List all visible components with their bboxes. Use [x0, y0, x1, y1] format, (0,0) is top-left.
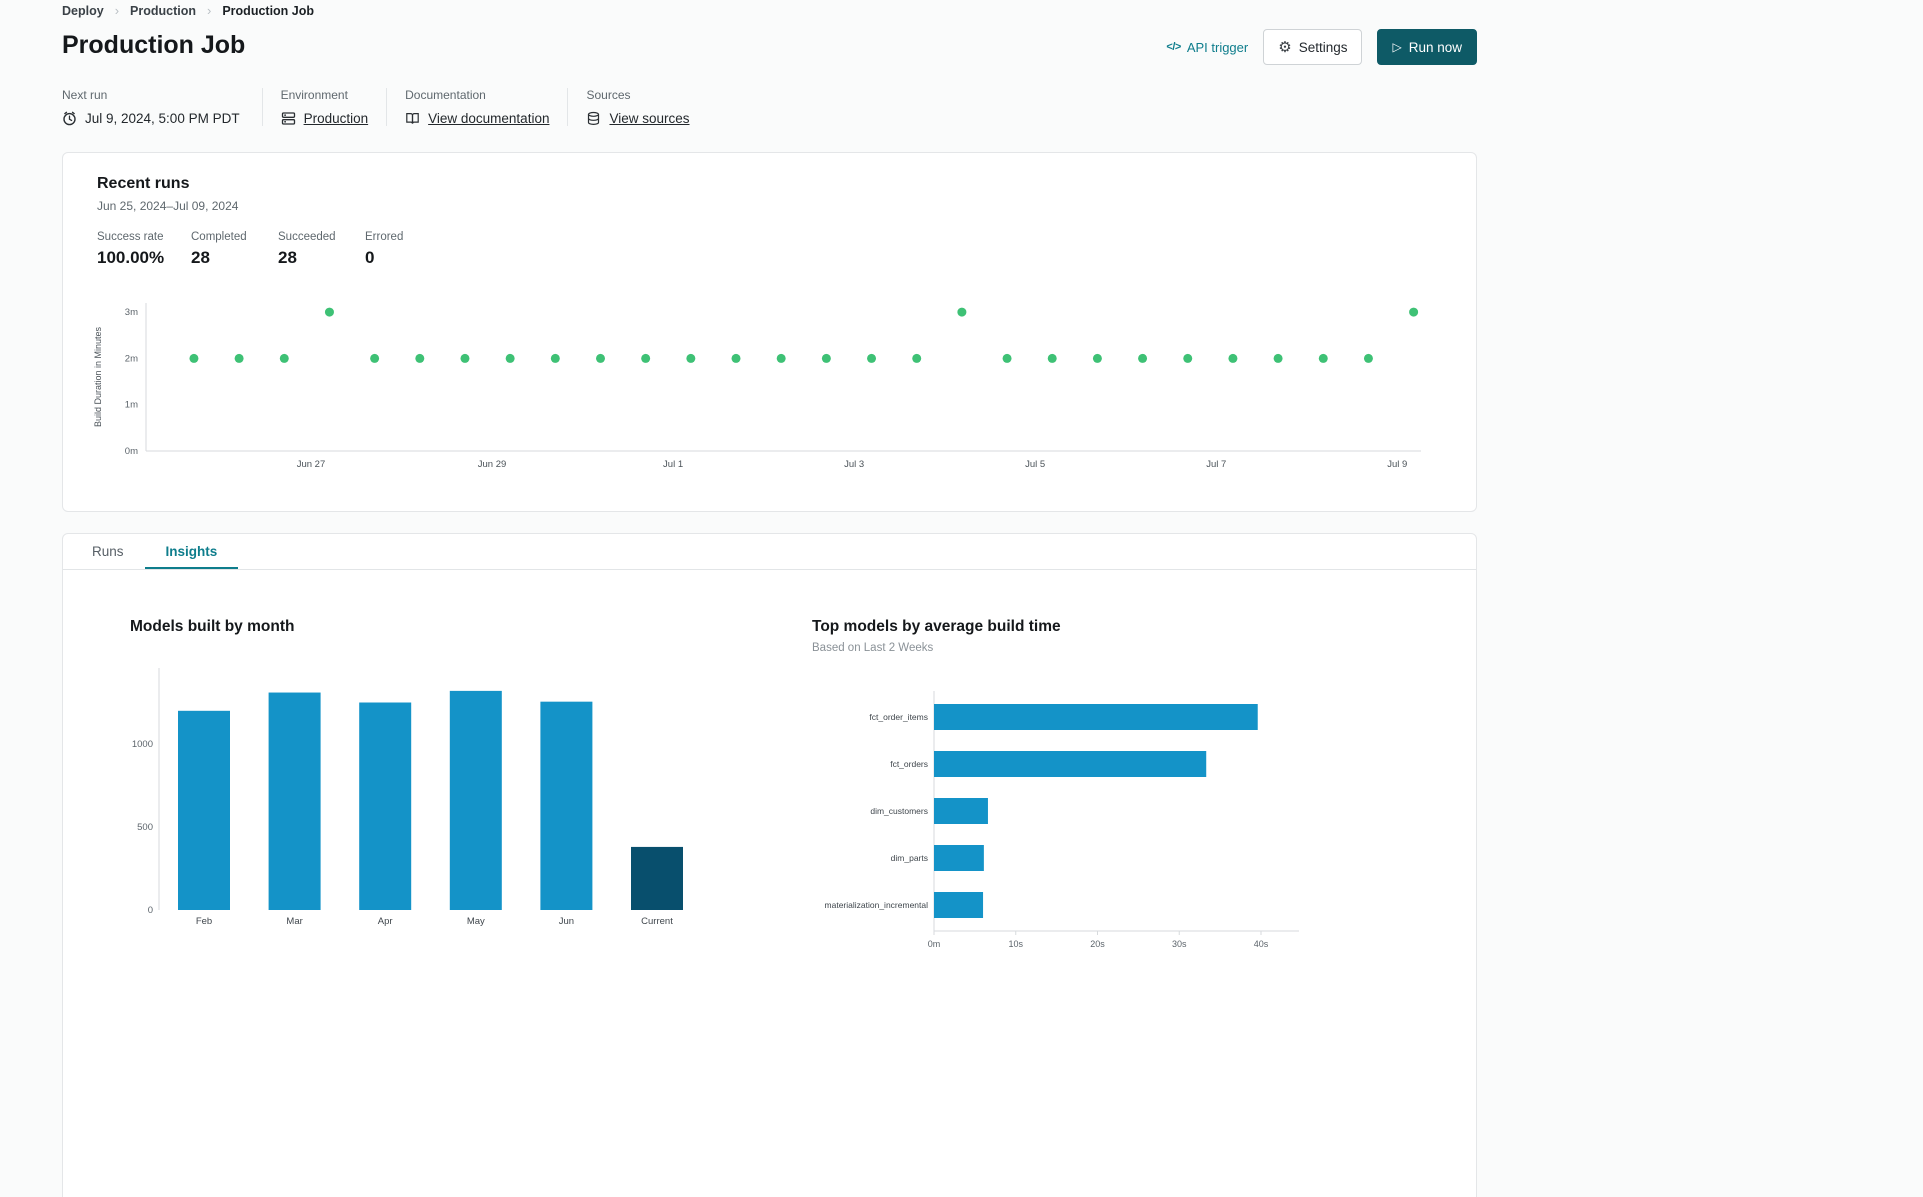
stat-value: 28	[278, 248, 297, 267]
models-built-title: Models built by month	[130, 618, 295, 635]
svg-text:40s: 40s	[1254, 939, 1269, 949]
svg-text:dim_parts: dim_parts	[891, 853, 928, 863]
svg-text:Mar: Mar	[286, 916, 302, 927]
stat-value: 0	[365, 248, 375, 267]
environment-link[interactable]: Production	[304, 111, 369, 126]
svg-text:Jul 3: Jul 3	[844, 459, 864, 470]
svg-text:2m: 2m	[125, 353, 138, 364]
svg-text:Jul 1: Jul 1	[663, 459, 683, 470]
sources-value-row: View sources	[586, 111, 690, 126]
svg-text:Jun 29: Jun 29	[478, 459, 507, 470]
svg-text:0m: 0m	[928, 939, 941, 949]
job-detail-card: Runs Insights Models built by month 0 500…	[62, 533, 1477, 1197]
run-now-button[interactable]: ▷ Run now	[1377, 29, 1477, 65]
svg-text:Jun 27: Jun 27	[297, 459, 326, 470]
documentation-group: Documentation View documentation	[386, 88, 567, 126]
top-models-title: Top models by average build time	[812, 618, 1061, 635]
sources-group: Sources View sources	[567, 88, 707, 126]
recent-runs-stats: Success rate 100.00% Completed 28 Succee…	[97, 231, 452, 268]
documentation-icon	[406, 113, 419, 124]
svg-text:3m: 3m	[125, 307, 138, 318]
page-title: Production Job	[62, 31, 246, 59]
view-documentation-link[interactable]: View documentation	[428, 111, 549, 126]
svg-text:fct_order_items: fct_order_items	[869, 712, 928, 722]
job-meta-row: Next run Jul 9, 2024, 5:00 PM PDT Enviro…	[62, 88, 708, 126]
svg-text:Current: Current	[641, 916, 673, 927]
header-actions: </> API trigger ⚙ Settings ▷ Run now	[1166, 29, 1477, 65]
svg-text:500: 500	[137, 822, 153, 833]
tabs: Runs Insights	[63, 534, 1476, 570]
build-duration-scatter-chart: 0m 1m 2m 3m Jun 27 Jun 29 Jul 1 Jul 3 Jul 5 Jul 7…	[93, 303, 1421, 470]
documentation-value-row: View documentation	[405, 111, 549, 126]
stat-value: 28	[191, 248, 210, 267]
tab-insights[interactable]: Insights	[144, 534, 239, 569]
top-models-chart-block: Top models by average build time Based o…	[812, 618, 1372, 958]
svg-text:20s: 20s	[1090, 939, 1105, 949]
api-trigger-label: API trigger	[1186, 39, 1249, 55]
code-icon: </>	[1166, 41, 1181, 53]
stat-success-rate: Success rate 100.00%	[97, 231, 191, 268]
svg-text:Apr: Apr	[378, 916, 393, 927]
environment-group: Environment Production	[261, 88, 387, 126]
next-run-label: Next run	[62, 88, 108, 102]
chevron-right-icon: ›	[207, 3, 212, 18]
view-sources-link[interactable]: View sources	[609, 111, 689, 126]
stat-label: Succeeded	[278, 231, 336, 243]
stat-label: Completed	[191, 231, 247, 243]
environment-value-row: Production	[281, 111, 369, 126]
svg-text:fct_orders: fct_orders	[890, 759, 928, 769]
documentation-label: Documentation	[405, 88, 486, 102]
svg-text:Jul 7: Jul 7	[1206, 459, 1226, 470]
next-run-value-row: Jul 9, 2024, 5:00 PM PDT	[62, 111, 240, 126]
stat-value: 100.00%	[97, 248, 165, 267]
recent-runs-title: Recent runs	[97, 175, 190, 192]
next-run-value: Jul 9, 2024, 5:00 PM PDT	[85, 111, 240, 126]
svg-text:May: May	[467, 916, 485, 927]
settings-button-label: Settings	[1298, 39, 1348, 55]
stat-completed: Completed 28	[191, 231, 278, 268]
database-icon	[588, 111, 600, 126]
svg-text:1m: 1m	[125, 400, 138, 411]
svg-text:dim_customers: dim_customers	[870, 806, 928, 816]
svg-text:1000: 1000	[132, 739, 153, 750]
svg-text:10s: 10s	[1008, 939, 1023, 949]
svg-text:materialization_incremental: materialization_incremental	[825, 900, 929, 910]
svg-text:Feb: Feb	[196, 916, 212, 927]
models-built-bar-chart: 0 500 1000 Feb Mar Apr May Jun Current	[132, 668, 683, 927]
environment-label: Environment	[280, 88, 348, 102]
stat-label: Errored	[365, 231, 404, 243]
settings-button[interactable]: ⚙ Settings	[1263, 29, 1363, 65]
svg-text:0m: 0m	[125, 446, 138, 457]
play-icon: ▷	[1392, 40, 1402, 54]
environment-icon	[281, 112, 295, 125]
breadcrumb-production[interactable]: Production	[130, 4, 196, 18]
sources-label: Sources	[586, 88, 631, 102]
svg-text:Jun: Jun	[559, 916, 574, 927]
run-now-button-label: Run now	[1408, 39, 1462, 55]
stat-label: Success rate	[97, 231, 164, 243]
svg-text:0: 0	[148, 905, 153, 916]
svg-text:Build Duration in Minutes: Build Duration in Minutes	[93, 326, 103, 427]
tab-runs[interactable]: Runs	[71, 534, 145, 569]
api-trigger-link[interactable]: </> API trigger	[1166, 40, 1248, 55]
stat-errored: Errored 0	[365, 231, 452, 268]
breadcrumb-current-page: Production Job	[222, 3, 315, 18]
stat-succeeded: Succeeded 28	[278, 231, 365, 268]
svg-text:Jul 5: Jul 5	[1025, 459, 1045, 470]
breadcrumb: Deploy › Production › Production Job	[62, 3, 314, 18]
svg-text:30s: 30s	[1172, 939, 1187, 949]
breadcrumb-deploy[interactable]: Deploy	[62, 4, 104, 18]
clock-icon	[63, 111, 76, 126]
gear-icon: ⚙	[1278, 38, 1292, 56]
production-job-page: Deploy › Production › Production Job Pro…	[0, 0, 1923, 1197]
top-models-subtitle: Based on Last 2 Weeks	[812, 642, 934, 654]
recent-runs-card: Recent runs Jun 25, 2024–Jul 09, 2024 Su…	[62, 152, 1477, 512]
recent-runs-date-range: Jun 25, 2024–Jul 09, 2024	[97, 199, 239, 213]
svg-text:Jul 9: Jul 9	[1387, 459, 1407, 470]
next-run-group: Next run Jul 9, 2024, 5:00 PM PDT	[62, 88, 262, 126]
top-models-hbar-chart: fct_order_items fct_orders dim_customersdi…	[825, 691, 1299, 949]
chevron-right-icon: ›	[114, 3, 120, 18]
models-built-chart-block: Models built by month 0 500 1000 Feb Mar Apr M…	[130, 618, 760, 958]
